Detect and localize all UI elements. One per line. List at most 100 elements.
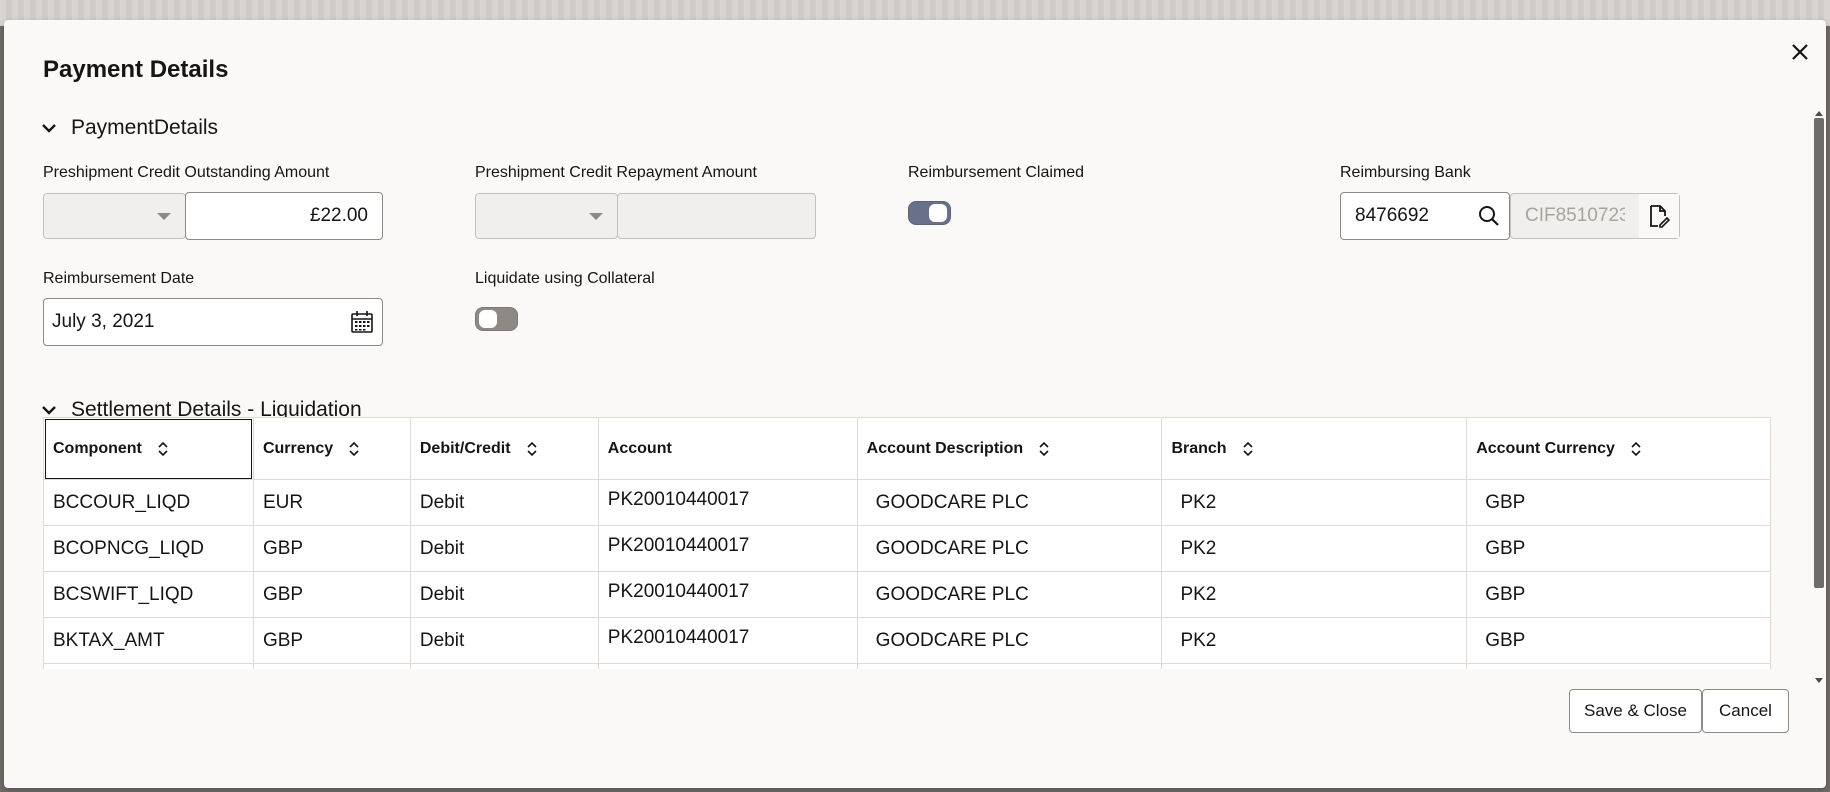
cell-component: BCCOUR_LIQD bbox=[43, 479, 254, 526]
cell-currency: EUR bbox=[252, 479, 411, 526]
chevron-down-icon bbox=[42, 406, 56, 415]
toggle-knob bbox=[929, 204, 947, 222]
sort-icon[interactable] bbox=[158, 441, 168, 457]
column-header-account-description[interactable]: Account Description bbox=[856, 417, 1163, 480]
cell-branch: PK2 bbox=[1161, 525, 1468, 572]
cell-account-currency: GBP bbox=[1466, 617, 1771, 664]
view-details-button[interactable] bbox=[1639, 194, 1679, 238]
repayment-amount-label: Preshipment Credit Repayment Amount bbox=[475, 164, 757, 181]
repayment-currency-select[interactable] bbox=[475, 193, 618, 239]
outstanding-currency-select[interactable] bbox=[43, 193, 186, 239]
cell-account bbox=[597, 663, 858, 669]
reimbursing-bank-name-input[interactable]: CIF8510723 bbox=[1510, 193, 1680, 239]
cell-currency: GBP bbox=[252, 525, 411, 572]
scrollbar-thumb[interactable] bbox=[1814, 118, 1824, 588]
toggle-knob bbox=[479, 310, 497, 328]
chevron-down-icon bbox=[42, 124, 56, 133]
settlement-table: Component Currency Debit/Credit Account … bbox=[43, 417, 1771, 669]
cell-currency: GBP bbox=[252, 617, 411, 664]
column-label: Account Description bbox=[866, 439, 1024, 457]
reimbursing-bank-value: 8476692 bbox=[1355, 205, 1429, 226]
chevron-down-icon bbox=[157, 213, 171, 220]
close-icon bbox=[1792, 44, 1808, 60]
save-close-button[interactable]: Save & Close bbox=[1569, 689, 1702, 733]
sort-icon[interactable] bbox=[526, 441, 537, 457]
cell-account-currency: GBP bbox=[1466, 525, 1771, 572]
cell-account: PK20010440017 bbox=[597, 571, 858, 618]
bank-name-placeholder: CIF8510723 bbox=[1525, 205, 1625, 226]
cell-account-description bbox=[856, 663, 1163, 669]
cell-component: BCOPNCG_LIQD bbox=[43, 525, 254, 572]
reimbursement-date-label: Reimbursement Date bbox=[43, 270, 195, 287]
close-button[interactable] bbox=[1780, 32, 1820, 72]
sort-icon[interactable] bbox=[1243, 441, 1253, 457]
cell-debit-credit: Debit bbox=[409, 617, 599, 664]
cell-account-description: GOODCARE PLC bbox=[856, 479, 1163, 526]
reimbursing-bank-input[interactable]: 8476692 bbox=[1340, 192, 1510, 240]
section-heading: PaymentDetails bbox=[71, 116, 219, 139]
cell-account-currency bbox=[1466, 663, 1771, 669]
cell-account-description: GOODCARE PLC bbox=[856, 525, 1163, 572]
sort-icon[interactable] bbox=[1631, 441, 1641, 457]
reimbursement-date-value: July 3, 2021 bbox=[52, 311, 155, 332]
column-label: Currency bbox=[262, 439, 334, 457]
column-header-debit-credit[interactable]: Debit/Credit bbox=[409, 417, 599, 480]
cell-debit-credit: Debit bbox=[409, 571, 599, 618]
cell-branch: PK2 bbox=[1161, 479, 1468, 526]
table-row[interactable]: BCSWIFT_LIQD GBP Debit PK20010440017 GOO… bbox=[43, 571, 1771, 618]
sort-icon[interactable] bbox=[349, 441, 359, 457]
cell-branch: PK2 bbox=[1161, 571, 1468, 618]
scroll-up-arrow-icon[interactable] bbox=[1813, 108, 1825, 118]
cell-account: PK20010440017 bbox=[597, 479, 858, 526]
cell-currency bbox=[252, 663, 411, 669]
search-button[interactable] bbox=[1469, 193, 1509, 239]
cell-debit-credit: Debit bbox=[409, 479, 599, 526]
column-label: Account bbox=[607, 439, 672, 457]
outstanding-amount-input[interactable]: £22.00 bbox=[185, 192, 383, 240]
column-label: Branch bbox=[1171, 439, 1227, 457]
column-label: Account Currency bbox=[1476, 439, 1615, 457]
table-row[interactable]: BCCOUR_LIQD EUR Debit PK20010440017 GOOD… bbox=[43, 479, 1771, 526]
cell-branch bbox=[1161, 663, 1468, 669]
settlement-table-container: Component Currency Debit/Credit Account … bbox=[43, 417, 1771, 669]
liquidate-collateral-toggle[interactable] bbox=[475, 307, 518, 331]
column-header-currency[interactable]: Currency bbox=[252, 417, 411, 480]
reimbursement-claimed-label: Reimbursement Claimed bbox=[908, 164, 1085, 181]
cell-component: BKTAX_AMT bbox=[43, 617, 254, 664]
cell-component: BCSWIFT_LIQD bbox=[43, 571, 254, 618]
repayment-amount-input[interactable] bbox=[617, 193, 816, 239]
cell-account-description: GOODCARE PLC bbox=[856, 571, 1163, 618]
table-header-row: Component Currency Debit/Credit Account … bbox=[43, 417, 1771, 480]
cell-account: PK20010440017 bbox=[597, 525, 858, 572]
table-row[interactable] bbox=[43, 663, 1771, 669]
scroll-down-arrow-icon[interactable] bbox=[1813, 676, 1825, 686]
cell-account: PK20010440017 bbox=[597, 617, 858, 664]
cancel-button[interactable]: Cancel bbox=[1702, 689, 1789, 733]
column-header-account-currency[interactable]: Account Currency bbox=[1466, 417, 1771, 480]
cell-account-description: GOODCARE PLC bbox=[856, 617, 1163, 664]
search-icon bbox=[1479, 206, 1499, 226]
column-header-account[interactable]: Account bbox=[597, 417, 858, 480]
table-row[interactable]: BCOPNCG_LIQD GBP Debit PK20010440017 GOO… bbox=[43, 525, 1771, 572]
cell-currency: GBP bbox=[252, 571, 411, 618]
chevron-down-icon bbox=[589, 213, 603, 220]
outstanding-amount-label: Preshipment Credit Outstanding Amount bbox=[43, 164, 330, 181]
reimbursing-bank-label: Reimbursing Bank bbox=[1340, 164, 1471, 181]
table-row[interactable]: BKTAX_AMT GBP Debit PK20010440017 GOODCA… bbox=[43, 617, 1771, 664]
reimbursement-claimed-toggle[interactable] bbox=[908, 201, 951, 225]
cell-debit-credit: Debit bbox=[409, 525, 599, 572]
cell-branch: PK2 bbox=[1161, 617, 1468, 664]
sort-icon[interactable] bbox=[1039, 441, 1049, 457]
reimbursement-date-input[interactable]: July 3, 2021 bbox=[43, 298, 383, 346]
column-header-branch[interactable]: Branch bbox=[1161, 417, 1468, 480]
cell-debit-credit bbox=[409, 663, 599, 669]
column-label: Component bbox=[53, 439, 142, 457]
payment-details-section-toggle[interactable]: PaymentDetails bbox=[41, 116, 218, 140]
cell-component bbox=[43, 663, 254, 669]
date-picker-button[interactable] bbox=[342, 299, 382, 345]
liquidate-collateral-label: Liquidate using Collateral bbox=[475, 270, 655, 287]
column-header-component[interactable]: Component bbox=[43, 417, 254, 480]
cell-account-currency: GBP bbox=[1466, 571, 1771, 618]
calendar-icon bbox=[351, 311, 373, 333]
dialog-title: Payment Details bbox=[43, 56, 229, 83]
